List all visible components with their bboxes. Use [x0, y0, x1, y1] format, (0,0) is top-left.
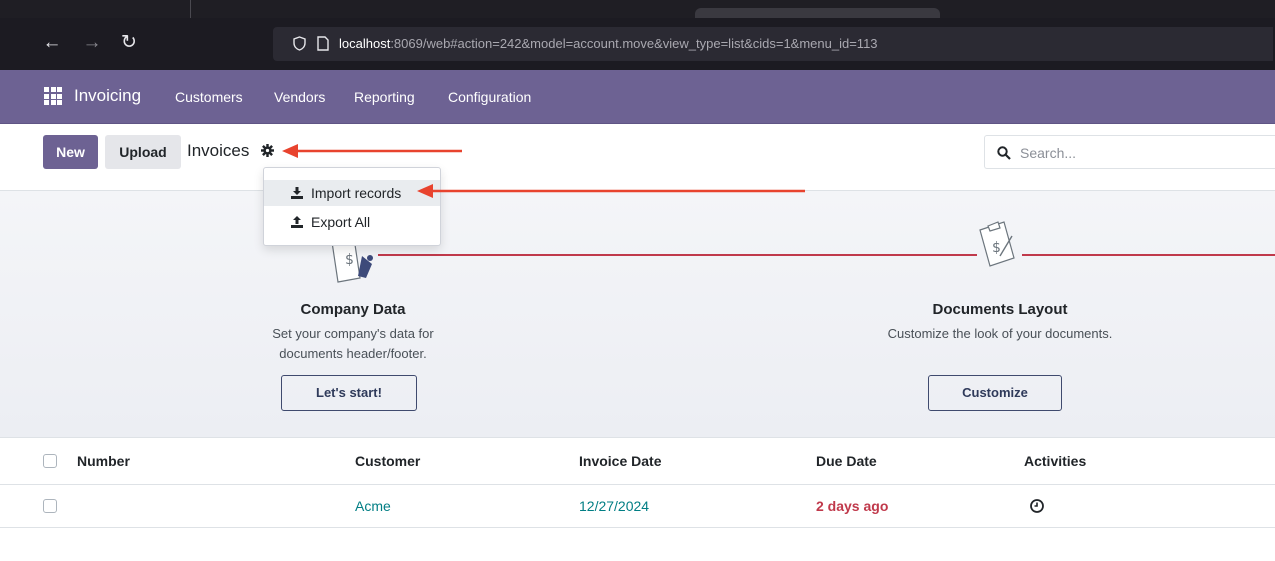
reload-icon[interactable]: ↻ [117, 30, 141, 56]
step-title-company-data: Company Data [300, 301, 406, 318]
search-icon [997, 146, 1011, 160]
column-header-customer[interactable]: Customer [355, 453, 420, 469]
cell-invoice-date: 12/27/2024 [579, 498, 650, 514]
app-navbar: Invoicing Customers Vendors Reporting Co… [0, 70, 1275, 124]
onboarding-progress-line-right [1022, 254, 1275, 256]
menu-reporting[interactable]: Reporting [354, 89, 415, 105]
arrow-left-icon[interactable]: ← [40, 30, 64, 56]
table-row[interactable]: Acme 12/27/2024 2 days ago [0, 485, 1275, 528]
import-records-label: Import records [311, 185, 402, 201]
search-input[interactable]: Search... [984, 135, 1275, 169]
url-text[interactable]: localhost:8069/web#action=242&model=acco… [339, 36, 878, 52]
annotation-arrow-import [417, 184, 805, 198]
clock-icon[interactable] [1029, 498, 1045, 514]
cell-customer[interactable]: Acme [355, 498, 391, 514]
menu-configuration[interactable]: Configuration [448, 89, 531, 105]
onboarding-progress-line [378, 254, 977, 256]
upload-button[interactable]: Upload [105, 135, 181, 169]
lets-start-button[interactable]: Let's start! [281, 375, 417, 411]
arrow-right-icon[interactable]: → [80, 30, 104, 56]
menu-item-export-all[interactable]: Export All [264, 209, 440, 235]
new-button[interactable]: New [43, 135, 98, 169]
row-checkbox[interactable] [43, 499, 57, 513]
browser-toolbar: ← → ↻ localhost:8069/web#action=242&mode… [0, 18, 1275, 70]
url-host: localhost [339, 36, 391, 51]
search-placeholder: Search... [1020, 145, 1077, 161]
menu-customers[interactable]: Customers [175, 89, 243, 105]
table-header: Number Customer Invoice Date Due Date Ac… [0, 438, 1275, 485]
step-title-documents-layout: Documents Layout [932, 301, 1068, 318]
step-desc-company-data-line1: Set your company's data for [272, 326, 434, 341]
column-header-activities[interactable]: Activities [1024, 453, 1086, 469]
annotation-arrow-gear [282, 144, 462, 158]
cell-due-date: 2 days ago [816, 498, 889, 514]
download-icon [291, 187, 303, 199]
menu-item-import-records[interactable]: Import records [264, 180, 440, 206]
column-header-invoice-date[interactable]: Invoice Date [579, 453, 661, 469]
actions-dropdown: Import records Export All [263, 167, 441, 246]
customize-button[interactable]: Customize [928, 375, 1062, 411]
export-all-label: Export All [311, 214, 371, 230]
svg-text:$: $ [992, 240, 1001, 256]
svg-text:$: $ [345, 252, 354, 268]
select-all-checkbox[interactable] [43, 454, 57, 468]
url-path: :8069/web#action=242&model=account.move&… [390, 36, 878, 51]
clipboard-dollar-icon: $ [979, 221, 1015, 267]
upload-icon [291, 216, 303, 228]
tab-strip-background [0, 0, 1275, 18]
column-header-number[interactable]: Number [77, 453, 130, 469]
address-bar[interactable]: localhost:8069/web#action=242&model=acco… [273, 27, 1273, 61]
step-desc-documents-layout: Customize the look of your documents. [887, 326, 1113, 341]
shield-icon [293, 36, 306, 51]
menu-vendors[interactable]: Vendors [274, 89, 325, 105]
gear-icon[interactable] [261, 144, 274, 157]
app-switcher-grid-icon[interactable] [44, 87, 62, 105]
step-desc-company-data-line2: documents header/footer. [279, 346, 427, 361]
column-header-due-date[interactable]: Due Date [816, 453, 877, 469]
page-title: Invoices [187, 141, 250, 160]
tab-separator [190, 0, 191, 18]
app-brand[interactable]: Invoicing [74, 86, 141, 106]
page-icon [317, 36, 329, 51]
